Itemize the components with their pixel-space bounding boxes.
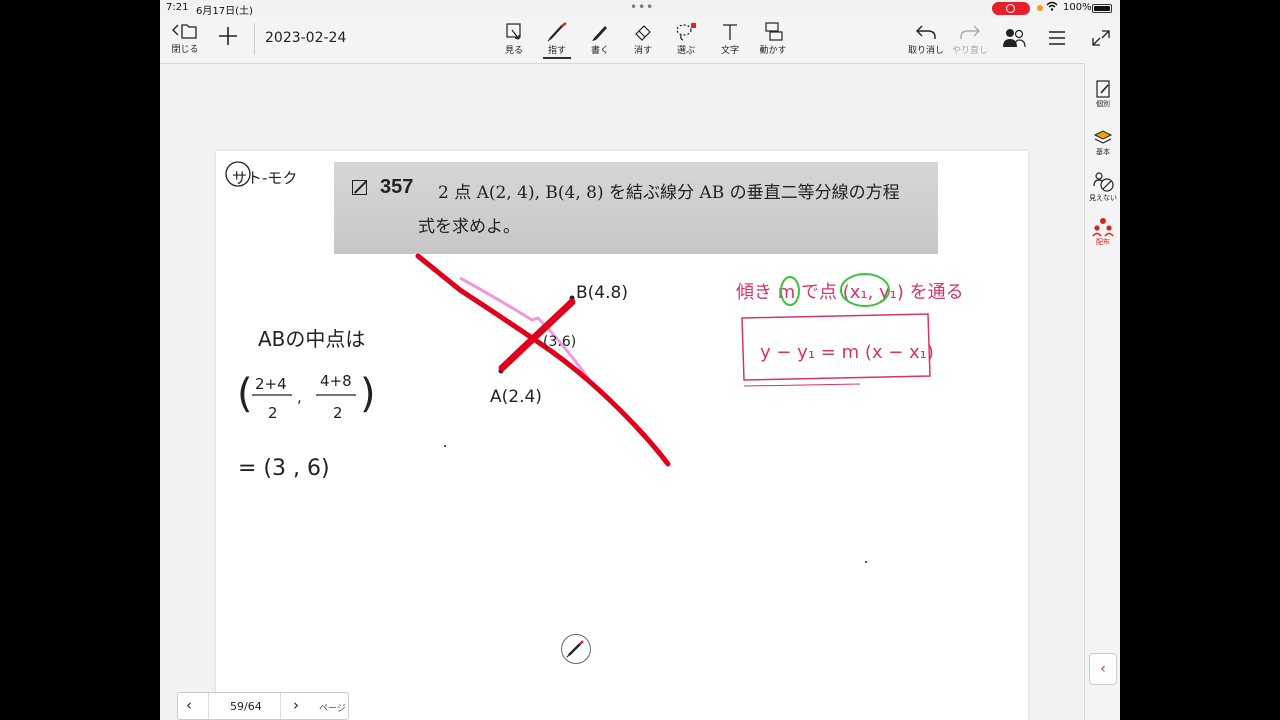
individual-note-icon <box>1096 80 1110 98</box>
sidebar-collapse-button[interactable]: ‹ <box>1089 653 1117 685</box>
page-unit-label: ページ <box>319 704 346 714</box>
frac-comma: , <box>297 388 302 406</box>
prev-page-button[interactable]: ‹ <box>186 696 192 714</box>
sidebar-item-individual[interactable]: 個別 <box>1085 79 1120 109</box>
divider <box>208 693 209 719</box>
frac-y-num: 4+8 <box>320 372 352 390</box>
fullscreen-button[interactable] <box>1090 29 1112 47</box>
midpoint-result: = (3 , 6) <box>238 456 330 481</box>
midpoint-label: ABの中点は <box>258 327 365 351</box>
right-sidebar: 個別 基本 見えない 配布 ‹ <box>1084 63 1120 720</box>
formula-underline <box>743 383 861 387</box>
expand-icon <box>1092 30 1110 46</box>
point-a-label: A(2.4) <box>490 387 542 407</box>
stray-dot <box>865 561 867 563</box>
next-page-button[interactable]: › <box>293 696 299 714</box>
hidden-icon <box>1093 172 1114 192</box>
paren-right: ) <box>360 371 376 417</box>
red-cross-stroke-1 <box>415 253 671 467</box>
handwriting-layer: サト-モク ABの中点は ( 2+4 2 , 4+8 2 ) = (3 , 6)… <box>225 161 964 563</box>
header-note: サト-モク <box>232 169 297 187</box>
page-navigator: ‹ 59/64 › ページ <box>177 692 349 720</box>
slope-note: 傾き m で点 (x₁, y₁) を通る <box>736 282 964 303</box>
formula: y − y₁ = m (x − x₁) <box>760 342 934 363</box>
app-window: 7:21 6月17日(土) ••• 100% 閉じる 2023-02-24 見る… <box>160 0 1120 720</box>
divider <box>280 693 281 719</box>
distribute-icon <box>1092 218 1114 237</box>
pen-tool-icon <box>566 640 584 658</box>
stray-dot <box>444 445 446 447</box>
floating-pen-button[interactable] <box>561 634 591 664</box>
frac-x-den: 2 <box>268 404 278 422</box>
battery-icon <box>1092 4 1112 13</box>
sidebar-item-hidden[interactable]: 見えない <box>1085 171 1120 203</box>
point-b-label: B(4.8) <box>576 283 628 303</box>
point-mid-label: (3.6) <box>543 334 576 350</box>
frac-x-num: 2+4 <box>255 375 287 393</box>
frac-y-den: 2 <box>333 404 343 422</box>
chevron-left-icon: ‹ <box>1100 661 1106 677</box>
sidebar-item-basic[interactable]: 基本 <box>1085 127 1120 157</box>
page-counter[interactable]: 59/64 <box>230 700 262 713</box>
sidebar-item-distribute[interactable]: 配布 <box>1085 217 1120 247</box>
paren-left: ( <box>237 371 253 417</box>
layers-icon <box>1093 130 1113 144</box>
